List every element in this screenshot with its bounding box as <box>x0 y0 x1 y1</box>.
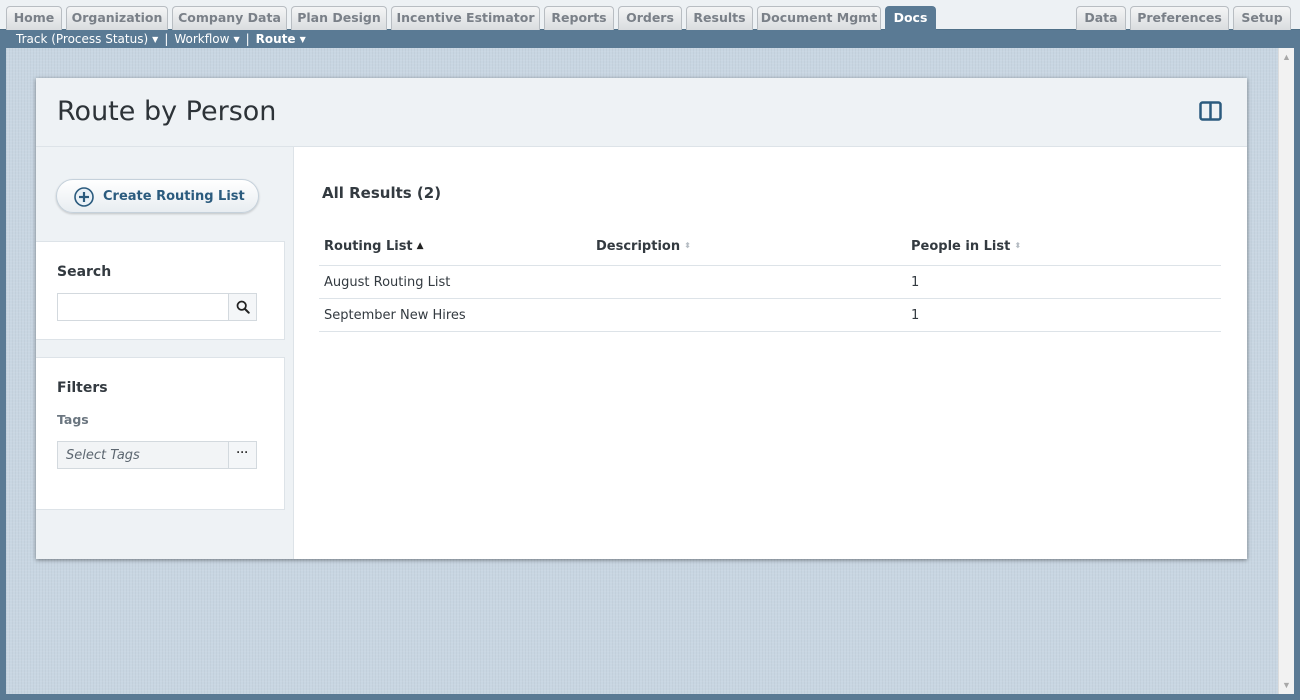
column-header-label: Description <box>596 239 681 254</box>
sidebar: Create Routing List Search Filters Tags … <box>36 147 294 559</box>
column-header-description[interactable]: Description ⬍ <box>596 239 691 254</box>
scroll-down-icon[interactable]: ▼ <box>1282 680 1291 690</box>
sub-navigation: Track (Process Status) ▼ | Workflow ▼ | Route ▼ <box>0 30 1300 48</box>
tab-preferences[interactable]: Preferences <box>1130 6 1229 30</box>
tab-incentive-estimator[interactable]: Incentive Estimator <box>391 6 540 30</box>
column-header-label: People in List <box>911 239 1011 254</box>
tab-home[interactable]: Home <box>6 6 62 30</box>
results-table: Routing List ▲ Description ⬍ People in Lis… <box>319 233 1221 332</box>
caret-down-icon: ▼ <box>233 35 240 44</box>
tab-company-data[interactable]: Company Data <box>172 6 287 30</box>
sort-ascending-icon: ▲ <box>416 241 424 251</box>
vertical-scrollbar[interactable]: ▲ ▼ <box>1278 48 1294 694</box>
subnav-track[interactable]: Track (Process Status) ▼ <box>16 32 158 46</box>
caret-down-icon: ▼ <box>152 35 159 44</box>
tab-document-mgmt[interactable]: Document Mgmt <box>757 6 881 30</box>
route-panel: Route by Person Create Routing List Sear… <box>36 78 1247 559</box>
results-title: All Results (2) <box>322 184 442 202</box>
tags-label: Tags <box>57 412 89 427</box>
tab-docs[interactable]: Docs <box>885 6 936 30</box>
tab-data[interactable]: Data <box>1076 6 1126 30</box>
table-row[interactable]: August Routing List 1 <box>319 266 1221 299</box>
caret-down-icon: ▼ <box>299 35 306 44</box>
sort-both-icon: ⬍ <box>684 241 691 250</box>
column-header-people-in-list[interactable]: People in List ⬍ <box>911 239 1021 254</box>
search-icon <box>236 300 250 314</box>
search-button[interactable] <box>228 293 257 321</box>
tab-setup[interactable]: Setup <box>1233 6 1291 30</box>
tab-orders[interactable]: Orders <box>618 6 682 30</box>
subnav-workflow-label: Workflow <box>174 32 230 46</box>
tags-select[interactable]: Select Tags <box>57 441 229 469</box>
subnav-route[interactable]: Route ▼ <box>256 32 306 46</box>
subnav-route-label: Route <box>255 32 296 46</box>
sort-both-icon: ⬍ <box>1014 241 1022 250</box>
cell-routing-list[interactable]: August Routing List <box>324 275 450 290</box>
filters-title: Filters <box>57 380 108 396</box>
tab-plan-design[interactable]: Plan Design <box>291 6 387 30</box>
cell-people-in-list: 1 <box>911 275 920 290</box>
column-header-routing-list[interactable]: Routing List ▲ <box>324 239 424 254</box>
subnav-separator: | <box>164 32 169 46</box>
tab-organization[interactable]: Organization <box>66 6 168 30</box>
search-input[interactable] <box>57 293 229 321</box>
tab-reports[interactable]: Reports <box>544 6 614 30</box>
filters-box: Filters Tags Select Tags ··· <box>36 357 285 510</box>
panel-header: Route by Person <box>36 78 1247 147</box>
cell-people-in-list: 1 <box>911 308 920 323</box>
table-row[interactable]: September New Hires 1 <box>319 299 1221 332</box>
plus-circle-icon <box>74 187 94 207</box>
cell-routing-list[interactable]: September New Hires <box>324 308 466 323</box>
tab-results[interactable]: Results <box>686 6 753 30</box>
tags-more-button[interactable]: ··· <box>228 441 257 469</box>
subnav-track-label: Track (Process Status) <box>16 32 149 46</box>
subnav-workflow[interactable]: Workflow ▼ <box>174 32 239 46</box>
split-layout-icon[interactable] <box>1199 101 1222 121</box>
scroll-up-icon[interactable]: ▲ <box>1282 52 1291 62</box>
column-header-label: Routing List <box>324 239 413 254</box>
create-routing-list-button[interactable]: Create Routing List <box>56 179 259 213</box>
subnav-separator: | <box>245 32 250 46</box>
page-title: Route by Person <box>57 96 277 127</box>
search-box: Search <box>36 241 285 340</box>
table-header: Routing List ▲ Description ⬍ People in Lis… <box>319 233 1221 266</box>
create-routing-list-label: Create Routing List <box>103 189 245 204</box>
main-tab-bar: Home Organization Company Data Plan Desi… <box>0 0 1300 30</box>
search-title: Search <box>57 264 112 280</box>
